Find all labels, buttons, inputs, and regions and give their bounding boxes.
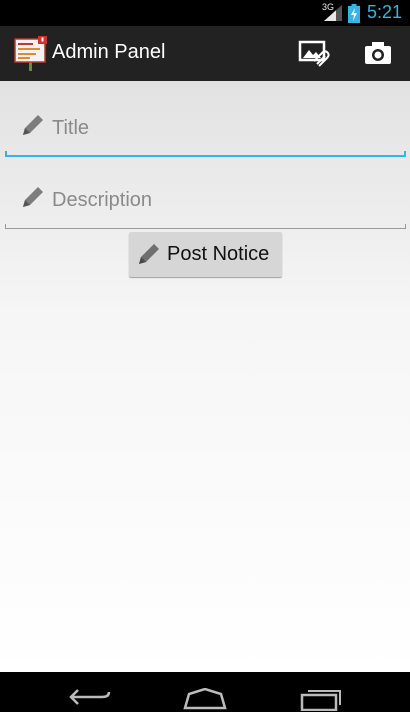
title-underline [5, 151, 406, 157]
notice-board-icon[interactable] [14, 36, 48, 72]
description-placeholder: Description [52, 189, 153, 211]
title-input[interactable]: Title [5, 91, 406, 157]
attach-image-icon[interactable] [298, 40, 332, 70]
status-bar: 3G 5:21 [0, 0, 410, 26]
pencil-icon [23, 115, 43, 135]
content-area: Title Description Post Notice [0, 81, 410, 672]
description-underline [5, 224, 406, 229]
pencil-icon [139, 244, 159, 264]
signal-icon [324, 5, 342, 21]
pencil-icon [23, 187, 43, 207]
battery-charging-icon [348, 4, 360, 23]
post-notice-label: Post Notice [167, 243, 270, 265]
clock: 5:21 [366, 2, 402, 22]
home-icon[interactable] [183, 688, 227, 710]
navigation-bar [0, 672, 410, 712]
action-bar: Admin Panel [0, 26, 410, 81]
description-input[interactable]: Description [5, 163, 406, 229]
camera-icon[interactable] [364, 41, 392, 65]
back-icon[interactable] [68, 686, 112, 708]
app-title: Admin Panel [52, 41, 166, 63]
post-notice-button[interactable]: Post Notice [129, 232, 282, 277]
recents-icon[interactable] [300, 687, 342, 711]
title-placeholder: Title [52, 117, 90, 139]
